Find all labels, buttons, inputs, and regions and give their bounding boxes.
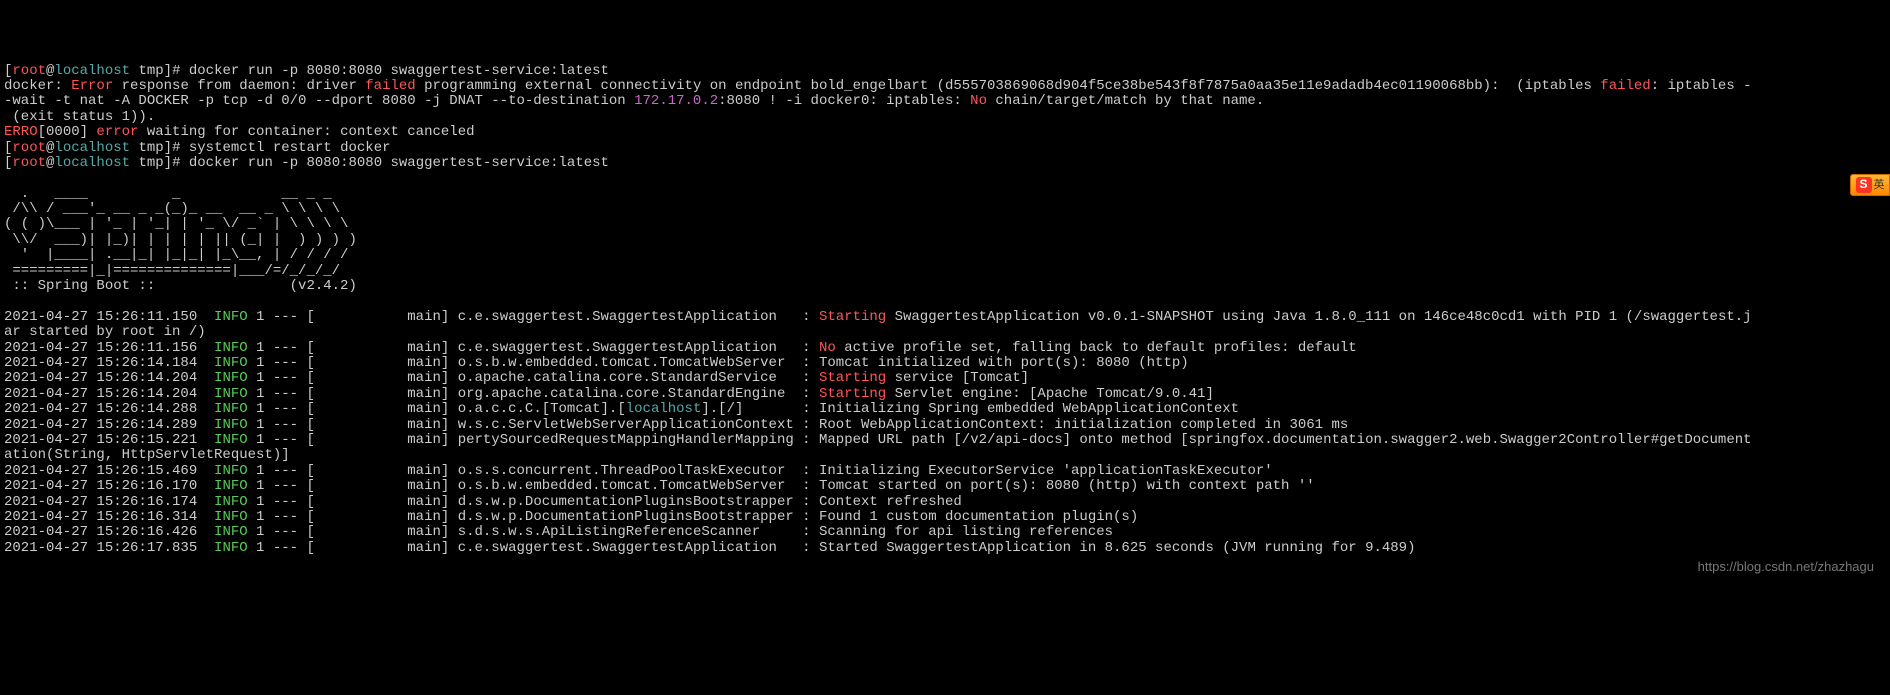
prompt-line-2: [root@localhost tmp]# systemctl restart … (4, 141, 1886, 156)
log-line: 2021-04-27 15:26:11.156 INFO 1 --- [ mai… (4, 341, 1886, 356)
terminal-output[interactable]: [root@localhost tmp]# docker run -p 8080… (4, 64, 1886, 557)
log-line: 2021-04-27 15:26:16.426 INFO 1 --- [ mai… (4, 525, 1886, 540)
log-line: 2021-04-27 15:26:14.204 INFO 1 --- [ mai… (4, 387, 1886, 402)
log-line: 2021-04-27 15:26:16.314 INFO 1 --- [ mai… (4, 510, 1886, 525)
erro-line: ERRO[0000] error waiting for container: … (4, 125, 1886, 140)
blank-line (4, 171, 1886, 186)
docker-error-line-1: docker: Error response from daemon: driv… (4, 79, 1886, 94)
spring-ascii-5: =========|_|==============|___/=/_/_/_/ (4, 264, 1886, 279)
docker-error-line-3: (exit status 1)). (4, 110, 1886, 125)
log-line: 2021-04-27 15:26:17.835 INFO 1 --- [ mai… (4, 541, 1886, 556)
log-line: ar started by root in /) (4, 325, 1886, 340)
log-line: 2021-04-27 15:26:16.170 INFO 1 --- [ mai… (4, 479, 1886, 494)
log-line: ation(String, HttpServletRequest)] (4, 448, 1886, 463)
ime-lang-text: 英 (1874, 179, 1885, 191)
log-line: 2021-04-27 15:26:16.174 INFO 1 --- [ mai… (4, 495, 1886, 510)
docker-error-line-2: -wait -t nat -A DOCKER -p tcp -d 0/0 --d… (4, 94, 1886, 109)
spring-ascii-1: /\\ / ___'_ __ _ _(_)_ __ __ _ \ \ \ \ (4, 202, 1886, 217)
log-line: 2021-04-27 15:26:14.184 INFO 1 --- [ mai… (4, 356, 1886, 371)
log-lines: 2021-04-27 15:26:11.150 INFO 1 --- [ mai… (4, 310, 1886, 556)
log-line: 2021-04-27 15:26:14.289 INFO 1 --- [ mai… (4, 418, 1886, 433)
spring-ascii-3: \\/ ___)| |_)| | | | | || (_| | ) ) ) ) (4, 233, 1886, 248)
prompt-line-1: [root@localhost tmp]# docker run -p 8080… (4, 64, 1886, 79)
spring-ascii-0: . ____ _ __ _ _ (4, 187, 1886, 202)
spring-ascii-6: :: Spring Boot :: (v2.4.2) (4, 279, 1886, 294)
log-line: 2021-04-27 15:26:15.469 INFO 1 --- [ mai… (4, 464, 1886, 479)
spring-ascii-2: ( ( )\___ | '_ | '_| | '_ \/ _` | \ \ \ … (4, 217, 1886, 232)
log-line: 2021-04-27 15:26:15.221 INFO 1 --- [ mai… (4, 433, 1886, 448)
csdn-watermark: https://blog.csdn.net/zhazhagu (1698, 560, 1874, 574)
prompt-line-3: [root@localhost tmp]# docker run -p 8080… (4, 156, 1886, 171)
log-line: 2021-04-27 15:26:14.204 INFO 1 --- [ mai… (4, 371, 1886, 386)
blank-line-2 (4, 294, 1886, 309)
ime-sogou-icon: S (1856, 177, 1872, 193)
ime-indicator[interactable]: S 英 (1850, 174, 1890, 196)
log-line: 2021-04-27 15:26:11.150 INFO 1 --- [ mai… (4, 310, 1886, 325)
log-line: 2021-04-27 15:26:14.288 INFO 1 --- [ mai… (4, 402, 1886, 417)
spring-ascii-4: ' |____| .__|_| |_|_| |_\__, | / / / / (4, 248, 1886, 263)
